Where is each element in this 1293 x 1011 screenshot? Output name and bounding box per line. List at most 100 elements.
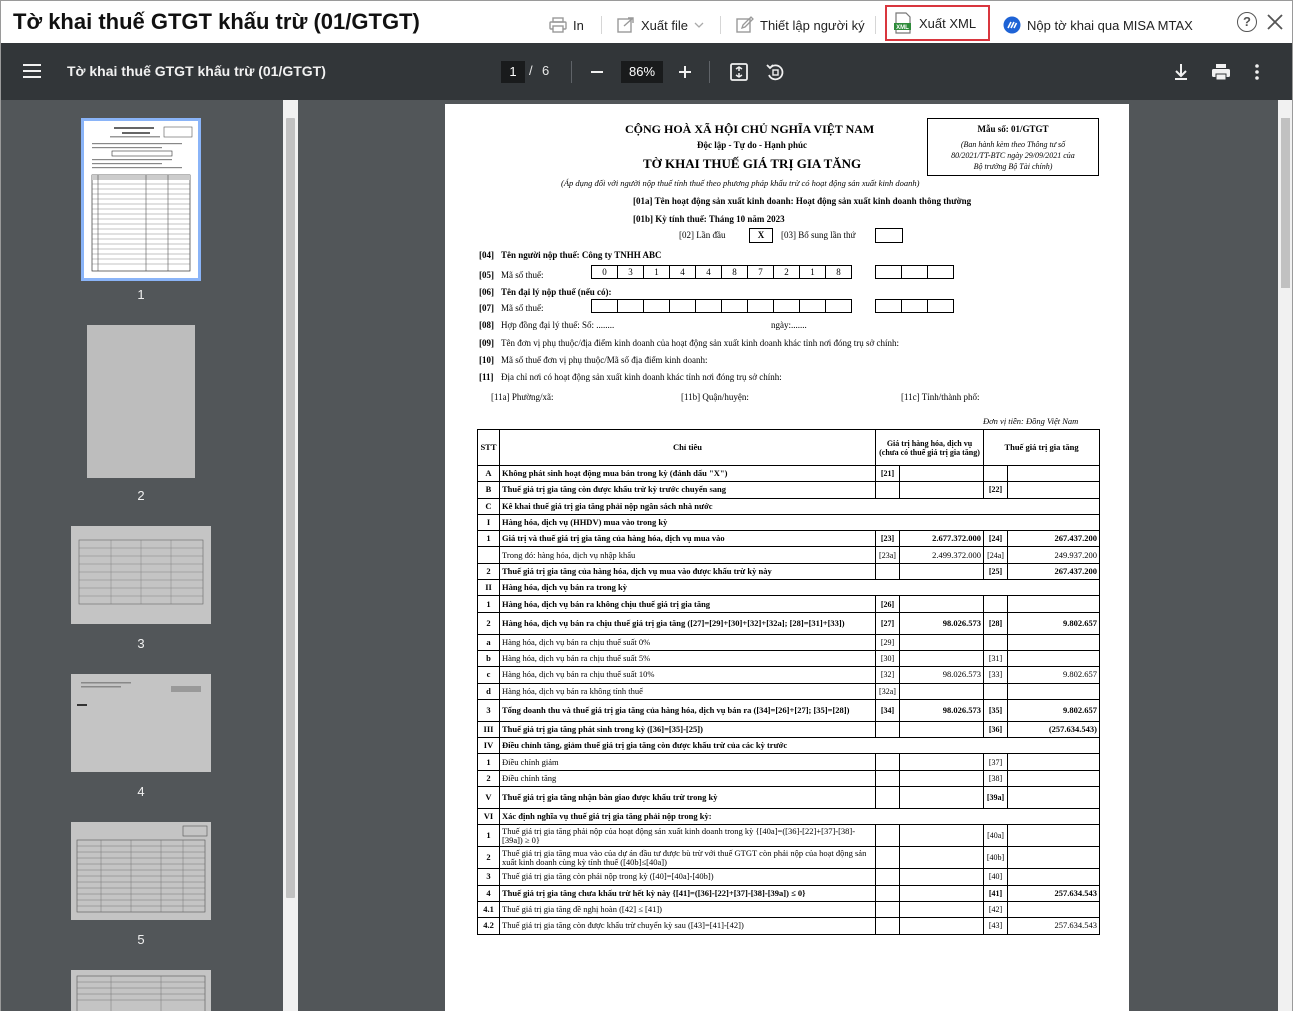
download-icon[interactable] bbox=[1171, 61, 1191, 83]
tax-code-digit: 4 bbox=[669, 265, 696, 279]
row-code-goods: [34] bbox=[875, 698, 900, 722]
row-value-vat: 257.634.543 bbox=[1007, 917, 1101, 935]
field-02-checkbox: X bbox=[749, 228, 773, 243]
row-value-vat bbox=[1007, 868, 1101, 886]
row-value-goods bbox=[898, 824, 985, 848]
table-row: B Thuế giá trị gia tăng còn được khấu trừ… bbox=[477, 481, 1101, 499]
row-label: Thuế giá trị gia tăng đề nghị hoàn ([42]… bbox=[499, 900, 876, 919]
field-code: [09] bbox=[479, 338, 494, 348]
row-code-vat: [37] bbox=[983, 753, 1009, 771]
menu-icon[interactable] bbox=[23, 64, 41, 78]
row-code-vat: [35] bbox=[983, 698, 1009, 722]
table-row: 1 Hàng hóa, dịch vụ bán ra không chịu thu… bbox=[477, 595, 1101, 613]
row-stt: A bbox=[477, 464, 500, 483]
row-value-goods bbox=[898, 786, 985, 810]
row-value-goods: 2.677.372.000 bbox=[898, 530, 985, 548]
row-code-vat bbox=[983, 682, 1009, 700]
more-options-icon[interactable] bbox=[1253, 61, 1261, 83]
row-value-vat: 267.437.200 bbox=[1007, 562, 1101, 581]
page-preview bbox=[71, 526, 211, 624]
district-field: [11b] Quận/huyện: bbox=[681, 392, 749, 402]
header-item: Chỉ tiêu bbox=[499, 429, 876, 466]
tax-code-digit bbox=[669, 299, 696, 313]
field-02-label: [02] Lần đầu bbox=[679, 230, 726, 240]
tax-code-digit: 1 bbox=[643, 265, 670, 279]
page-number-input[interactable]: 1 bbox=[501, 61, 525, 83]
page-thumbnail-5[interactable] bbox=[71, 822, 211, 920]
export-xml-button[interactable]: XML Xuất XML bbox=[885, 5, 991, 41]
print-icon[interactable] bbox=[1211, 61, 1231, 83]
document-scroll-thumb[interactable] bbox=[1281, 118, 1290, 288]
row-label: Hàng hóa, dịch vụ bán ra chịu thuế giá t… bbox=[499, 611, 876, 635]
row-label: Thuế giá trị gia tăng còn được khấu trừ … bbox=[499, 917, 876, 935]
row-value-goods: 2.499.372.000 bbox=[898, 546, 985, 564]
row-value-goods bbox=[898, 846, 985, 870]
page-thumbnail-3[interactable] bbox=[71, 526, 211, 624]
fit-page-icon[interactable] bbox=[729, 61, 749, 83]
zoom-in-icon[interactable] bbox=[677, 61, 693, 83]
help-icon[interactable]: ? bbox=[1237, 12, 1257, 32]
row-label: Điều chỉnh giảm bbox=[499, 753, 876, 771]
branch-address: Địa chỉ nơi có hoạt động sản xuất kinh d… bbox=[501, 372, 782, 382]
close-icon[interactable] bbox=[1265, 11, 1285, 33]
row-code-vat: [33] bbox=[983, 666, 1009, 684]
row-label: Tổng doanh thu và thuế giá trị gia tăng … bbox=[499, 698, 876, 722]
zoom-out-icon[interactable] bbox=[589, 61, 605, 83]
table-row: 2 Thuế giá trị gia tăng mua vào của dự án… bbox=[477, 846, 1101, 870]
currency-unit: Đơn vị tiền: Đồng Việt Nam bbox=[983, 416, 1079, 426]
row-stt: 3 bbox=[477, 698, 500, 722]
row-stt: 4.1 bbox=[477, 900, 500, 919]
rotate-icon[interactable] bbox=[765, 61, 785, 83]
row-stt bbox=[477, 546, 500, 564]
row-value-vat: 9.802.657 bbox=[1007, 611, 1101, 635]
print-button[interactable]: In bbox=[549, 11, 584, 39]
export-file-button[interactable]: Xuất file bbox=[617, 11, 711, 39]
page-thumbnail-2[interactable] bbox=[87, 325, 195, 478]
dialog-header: Tờ khai thuế GTGT khấu trừ (01/GTGT) In … bbox=[1, 1, 1292, 43]
row-code-goods bbox=[875, 720, 900, 739]
field-03-label: [03] Bổ sung lần thứ bbox=[781, 230, 856, 240]
page-thumbnail-4[interactable] bbox=[71, 674, 211, 772]
row-label: Không phát sinh hoạt động mua bán trong … bbox=[499, 464, 876, 483]
row-value-goods bbox=[898, 769, 985, 788]
row-code-goods bbox=[875, 786, 900, 810]
page-thumbnail-1[interactable] bbox=[81, 118, 201, 281]
page-thumbnail-6[interactable] bbox=[71, 970, 211, 1011]
table-header-row: STT Chỉ tiêu Giá trị hàng hóa, dịch vụ (… bbox=[477, 429, 1101, 466]
row-code-goods: [32] bbox=[875, 666, 900, 684]
row-code-goods bbox=[875, 868, 900, 886]
printer-icon bbox=[549, 17, 567, 33]
table-row: b Hàng hóa, dịch vụ bán ra chịu thuế suất… bbox=[477, 649, 1101, 668]
row-code-vat: [31] bbox=[983, 649, 1009, 668]
table-row: 4 Thuế giá trị gia tăng chưa khấu trừ hết… bbox=[477, 884, 1101, 902]
field-code: [10] bbox=[479, 355, 494, 365]
page-preview bbox=[71, 970, 211, 1011]
row-label: Hàng hóa, dịch vụ bán ra chịu thuế suất … bbox=[499, 649, 876, 668]
page-thumbnail-label: 2 bbox=[137, 488, 145, 503]
print-label: In bbox=[573, 17, 584, 33]
row-code-vat: [40b] bbox=[983, 846, 1009, 870]
setup-signer-button[interactable]: Thiết lập người ký bbox=[736, 11, 865, 39]
row-code-goods bbox=[875, 769, 900, 788]
row-value-vat bbox=[1007, 786, 1101, 810]
row-value-goods bbox=[898, 481, 985, 499]
sidebar-scroll-thumb[interactable] bbox=[286, 118, 295, 898]
row-code-vat: [28] bbox=[983, 611, 1009, 635]
row-label: Điều chỉnh tăng, giảm thuế giá trị gia t… bbox=[498, 737, 1101, 755]
page-thumbnail-label: 5 bbox=[137, 932, 145, 947]
zoom-input[interactable]: 86% bbox=[621, 61, 663, 83]
table-row: 2 Thuế giá trị gia tăng của hàng hóa, dịc… bbox=[477, 562, 1101, 581]
row-label: Kê khai thuế giá trị gia tăng phải nộp n… bbox=[498, 497, 1101, 515]
tax-code-digit: 1 bbox=[799, 265, 826, 279]
submit-mtax-button[interactable]: Nộp tờ khai qua MISA MTAX bbox=[1003, 11, 1193, 39]
row-code-goods: [29] bbox=[875, 633, 900, 651]
field-01b: [01b] Kỳ tính thuế: Tháng 10 năm 2023 bbox=[633, 214, 785, 224]
tax-code-digit bbox=[591, 299, 618, 313]
tax-code-digit: 8 bbox=[825, 265, 852, 279]
row-label: Thuế giá trị gia tăng còn được khấu trừ … bbox=[499, 481, 876, 499]
row-label: Hàng hóa, dịch vụ bán ra không chịu thuế… bbox=[499, 595, 876, 613]
row-label: Giá trị và thuế giá trị gia tăng của hàn… bbox=[499, 530, 876, 548]
page-thumbnail-label: 3 bbox=[137, 636, 145, 651]
row-stt: II bbox=[477, 579, 500, 597]
table-row: 1 Thuế giá trị gia tăng phải nộp của hoạt… bbox=[477, 824, 1101, 848]
